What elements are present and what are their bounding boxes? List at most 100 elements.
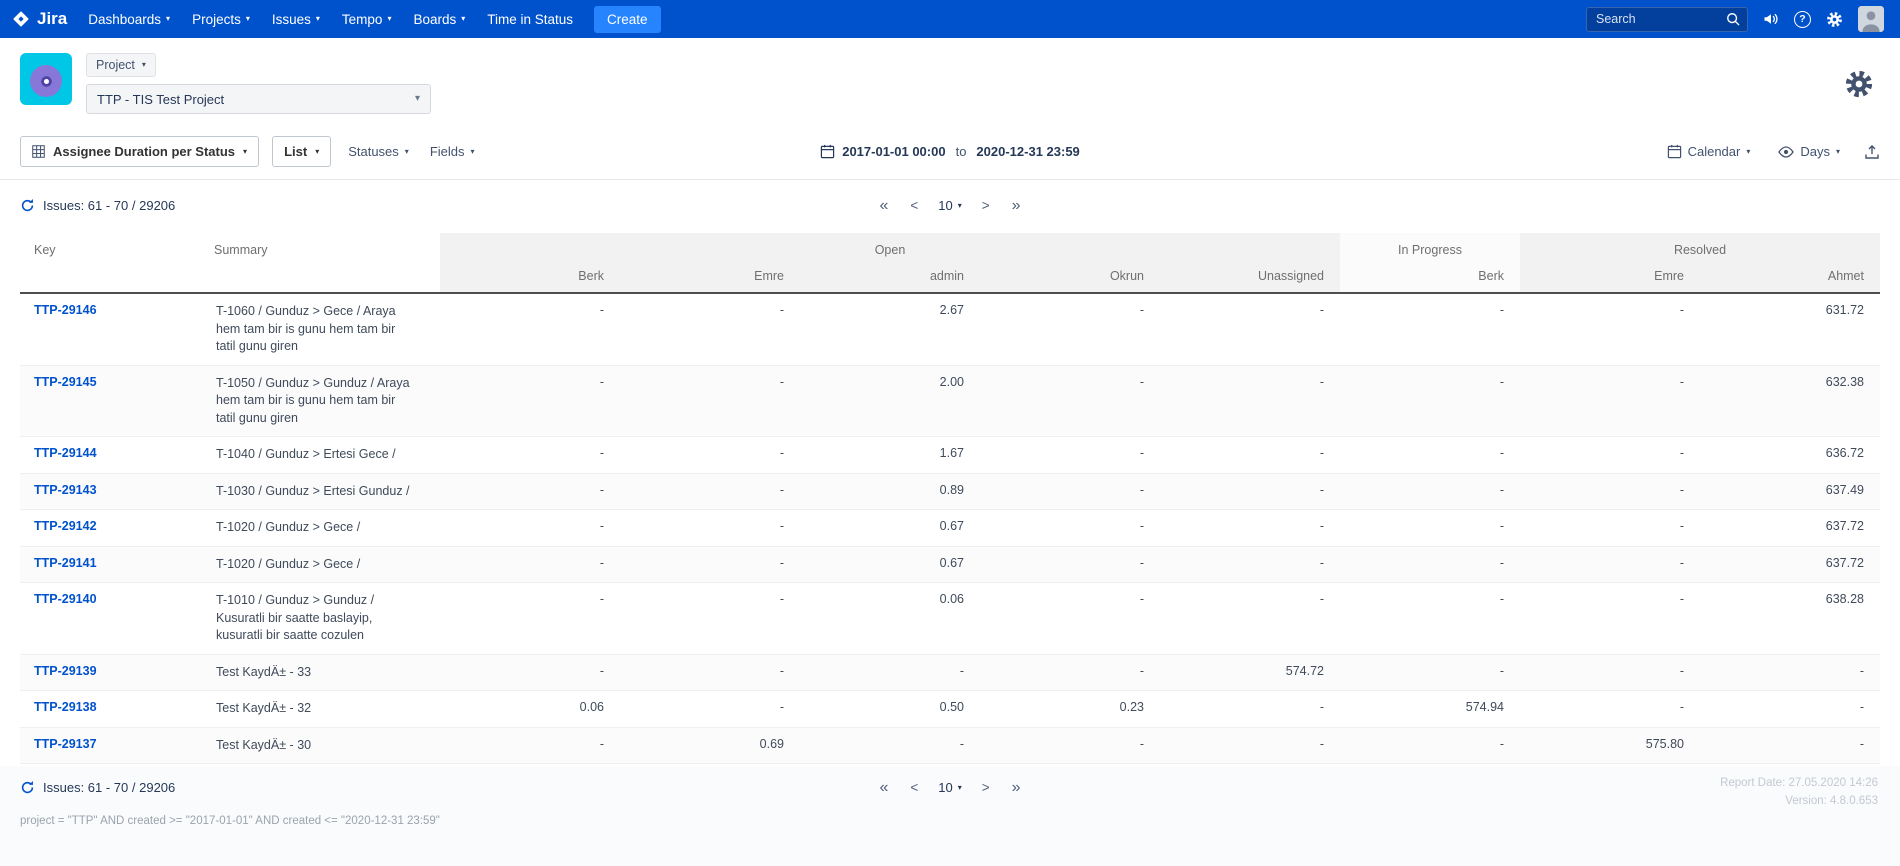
issue-key-link[interactable]: TTP-29138 [34, 700, 97, 714]
nav-item-time-in-status[interactable]: Time in Status [476, 0, 584, 38]
search-icon[interactable] [1726, 12, 1740, 26]
duration-cell: - [1520, 437, 1700, 474]
assignee-column-header[interactable]: Berk [440, 263, 620, 293]
assignee-column-header[interactable]: Emre [1520, 263, 1700, 293]
eye-icon [1778, 146, 1794, 158]
duration-cell: - [620, 654, 800, 691]
date-range-control[interactable]: 2017-01-01 00:00 to 2020-12-31 23:59 [820, 144, 1080, 159]
table-row: TTP-29138 Test KaydÄ± - 32 0.06-0.500.23… [20, 691, 1880, 728]
report-toolbar: Assignee Duration per Status ▾ List ▾ St… [0, 126, 1900, 180]
first-page-button[interactable]: « [870, 194, 897, 218]
refresh-icon[interactable] [20, 198, 35, 213]
jira-home-link[interactable]: Jira [12, 9, 67, 29]
report-type-dropdown[interactable]: Assignee Duration per Status ▾ [20, 136, 259, 167]
view-mode-dropdown[interactable]: List ▾ [272, 136, 331, 167]
unit-dropdown[interactable]: Days ▾ [1774, 138, 1844, 165]
issue-summary: T-1010 / Gunduz > Gunduz / Kusuratli bir… [200, 583, 440, 655]
duration-cell: - [1340, 365, 1520, 437]
scope-selector-button[interactable]: Project ▾ [86, 53, 156, 77]
main-menu: Dashboards▾ Projects▾ Issues▾ Tempo▾ Boa… [77, 0, 584, 38]
issue-key-link[interactable]: TTP-29140 [34, 592, 97, 606]
chevron-down-icon: ▾ [246, 15, 250, 23]
issues-tbody: TTP-29146 T-1060 / Gunduz > Gece / Araya… [20, 293, 1880, 764]
duration-cell: - [1700, 654, 1880, 691]
chevron-down-icon: ▾ [243, 148, 247, 156]
footer-area: Issues: 61 - 70 / 29206 « < 10 ▾ > » Rep… [0, 766, 1900, 866]
project-select[interactable]: TTP - TIS Test Project ▾ [86, 84, 431, 114]
issues-count-label: Issues: 61 - 70 / 29206 [43, 198, 175, 213]
duration-cell: - [1340, 437, 1520, 474]
search-input[interactable] [1594, 11, 1726, 27]
create-button[interactable]: Create [594, 6, 661, 33]
nav-item-tempo[interactable]: Tempo▾ [331, 0, 403, 38]
chevron-down-icon: ▾ [166, 15, 170, 23]
chevron-down-icon: ▾ [316, 15, 320, 23]
project-avatar[interactable] [20, 53, 72, 105]
calendar-type-dropdown[interactable]: Calendar ▾ [1663, 138, 1755, 165]
issue-summary: T-1020 / Gunduz > Gece / [200, 546, 440, 583]
announcement-icon[interactable] [1763, 11, 1779, 27]
duration-cell: 574.72 [1160, 654, 1340, 691]
issue-key-link[interactable]: TTP-29139 [34, 664, 97, 678]
nav-item-dashboards[interactable]: Dashboards▾ [77, 0, 181, 38]
gear-icon[interactable] [1826, 11, 1843, 28]
issue-summary: T-1060 / Gunduz > Gece / Araya hem tam b… [200, 293, 440, 365]
chevron-down-icon: ▾ [461, 15, 465, 23]
first-page-button[interactable]: « [870, 776, 897, 800]
issue-key-link[interactable]: TTP-29142 [34, 519, 97, 533]
issue-key-link[interactable]: TTP-29146 [34, 303, 97, 317]
nav-item-boards[interactable]: Boards▾ [402, 0, 476, 38]
prev-page-button[interactable]: < [901, 195, 927, 216]
next-page-button[interactable]: > [973, 195, 999, 216]
project-header: Project ▾ TTP - TIS Test Project ▾ [0, 38, 1900, 126]
prev-page-button[interactable]: < [901, 777, 927, 798]
issue-key-link[interactable]: TTP-29144 [34, 446, 97, 460]
duration-cell: 631.72 [1700, 293, 1880, 365]
issue-key-link[interactable]: TTP-29143 [34, 483, 97, 497]
duration-cell: - [1700, 691, 1880, 728]
project-select-value: TTP - TIS Test Project [97, 92, 224, 107]
next-page-button[interactable]: > [973, 777, 999, 798]
export-icon[interactable] [1864, 144, 1880, 160]
table-row: TTP-29146 T-1060 / Gunduz > Gece / Araya… [20, 293, 1880, 365]
duration-cell: - [440, 473, 620, 510]
assignee-column-header[interactable]: Berk [1340, 263, 1520, 293]
help-icon[interactable]: ? [1794, 11, 1811, 28]
duration-cell: 637.72 [1700, 510, 1880, 547]
last-page-button[interactable]: » [1003, 194, 1030, 218]
duration-cell: - [440, 437, 620, 474]
user-avatar[interactable] [1858, 6, 1884, 32]
issue-key-link[interactable]: TTP-29141 [34, 556, 97, 570]
duration-cell: - [620, 583, 800, 655]
last-page-button[interactable]: » [1003, 776, 1030, 800]
nav-item-projects[interactable]: Projects▾ [181, 0, 261, 38]
duration-cell: - [620, 510, 800, 547]
issue-key-link[interactable]: TTP-29145 [34, 375, 97, 389]
report-settings-gear-icon[interactable] [1844, 69, 1874, 99]
table-row: TTP-29142 T-1020 / Gunduz > Gece / --0.6… [20, 510, 1880, 547]
assignee-column-header[interactable]: admin [800, 263, 980, 293]
issue-summary: T-1050 / Gunduz > Gunduz / Araya hem tam… [200, 365, 440, 437]
duration-cell: - [1340, 546, 1520, 583]
duration-cell: - [620, 546, 800, 583]
refresh-icon[interactable] [20, 780, 35, 795]
duration-cell: 0.06 [800, 583, 980, 655]
issue-key-link[interactable]: TTP-29137 [34, 737, 97, 751]
chevron-down-icon: ▾ [958, 202, 962, 210]
assignee-column-header[interactable]: Okrun [980, 263, 1160, 293]
assignee-column-header[interactable]: Ahmet [1700, 263, 1880, 293]
summary-column-header[interactable]: Summary [200, 233, 440, 293]
page-size-select[interactable]: 10 ▾ [931, 777, 968, 798]
assignee-column-header[interactable]: Emre [620, 263, 800, 293]
nav-item-issues[interactable]: Issues▾ [261, 0, 331, 38]
assignee-column-header[interactable]: Unassigned [1160, 263, 1340, 293]
duration-cell: 575.80 [1520, 727, 1700, 764]
key-column-header[interactable]: Key [20, 233, 200, 293]
statuses-dropdown[interactable]: Statuses ▾ [344, 138, 413, 165]
project-controls: Project ▾ TTP - TIS Test Project ▾ [86, 53, 431, 114]
brand-text: Jira [37, 9, 67, 29]
fields-dropdown[interactable]: Fields ▾ [426, 138, 479, 165]
table-row: TTP-29145 T-1050 / Gunduz > Gunduz / Ara… [20, 365, 1880, 437]
page-size-select[interactable]: 10 ▾ [931, 195, 968, 216]
duration-cell: - [1160, 546, 1340, 583]
